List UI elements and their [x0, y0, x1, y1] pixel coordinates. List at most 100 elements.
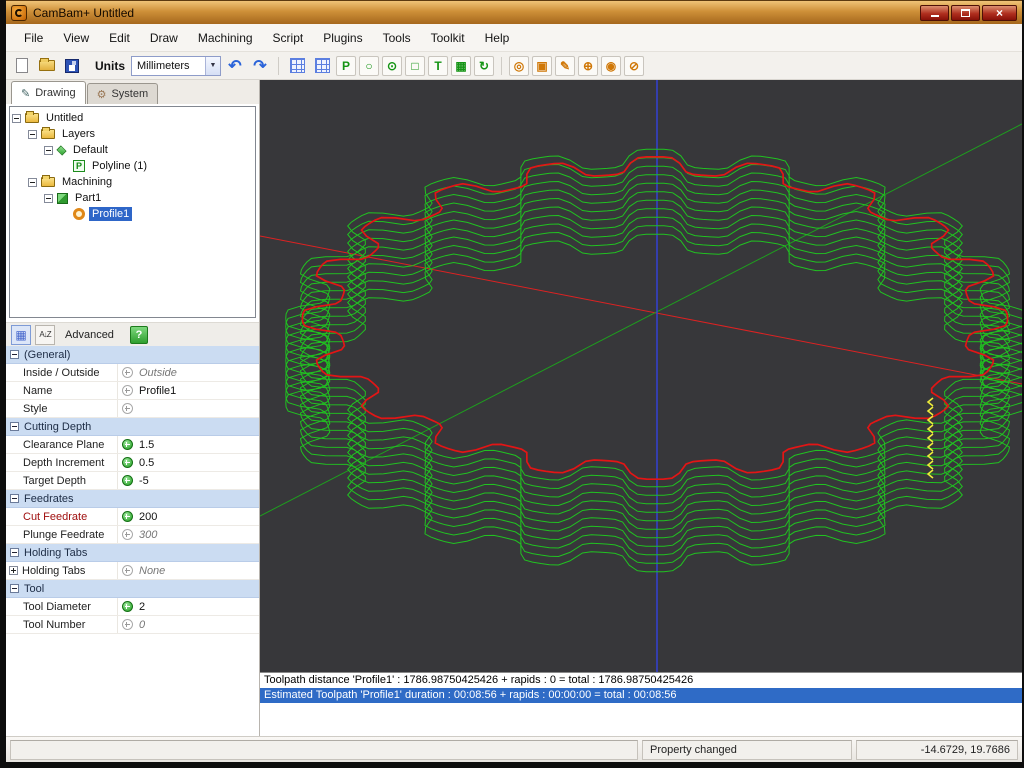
open-file-button[interactable]	[36, 55, 58, 77]
app-icon	[11, 5, 27, 21]
advanced-button[interactable]: Advanced	[59, 327, 120, 343]
menu-item-machining[interactable]: Machining	[188, 26, 263, 50]
profile-mop-icon[interactable]: ◎	[509, 56, 529, 76]
menu-item-draw[interactable]: Draw	[140, 26, 188, 50]
rectangle-icon[interactable]: □	[405, 56, 425, 76]
menu-item-file[interactable]: File	[14, 26, 53, 50]
categorized-view-button[interactable]	[11, 325, 31, 345]
property-row-cut-feedrate[interactable]: Cut Feedrate 200	[6, 508, 259, 526]
tree-item-polyline[interactable]: Polyline (1)	[60, 158, 253, 174]
property-section-feedrates[interactable]: Feedrates	[6, 490, 259, 508]
inherit-flag-icon[interactable]	[118, 367, 136, 378]
property-section-cutting-depth[interactable]: Cutting Depth	[6, 418, 259, 436]
property-row-name[interactable]: Name Profile1	[6, 382, 259, 400]
transform-icon[interactable]: ↻	[474, 56, 494, 76]
tree-item-untitled[interactable]: Untitled	[12, 110, 253, 126]
tab-drawing[interactable]: Drawing	[11, 81, 86, 104]
tree-item-machining[interactable]: Machining	[28, 174, 253, 190]
local-value-flag-icon[interactable]	[118, 511, 136, 522]
tree-item-default-layer[interactable]: Default	[44, 142, 253, 158]
snap-to-grid-button[interactable]	[286, 55, 308, 77]
tree-item-profile1[interactable]: Profile1	[60, 206, 253, 222]
toolbar-separator	[278, 57, 279, 75]
property-section-general[interactable]: (General)	[6, 346, 259, 364]
toolpath-distance-message[interactable]: Toolpath distance 'Profile1' : 1786.9875…	[260, 673, 1022, 688]
collapse-icon[interactable]	[10, 548, 19, 557]
property-row-inside-outside[interactable]: Inside / Outside Outside	[6, 364, 259, 382]
property-row-target-depth[interactable]: Target Depth -5	[6, 472, 259, 490]
collapse-icon[interactable]	[28, 130, 37, 139]
maximize-icon	[961, 9, 970, 17]
property-row-style[interactable]: Style	[6, 400, 259, 418]
local-value-flag-icon[interactable]	[118, 601, 136, 612]
inherit-flag-icon[interactable]	[118, 403, 136, 414]
lathe-mop-icon[interactable]: ⊘	[624, 56, 644, 76]
menu-item-tools[interactable]: Tools	[373, 26, 421, 50]
menu-item-edit[interactable]: Edit	[99, 26, 140, 50]
minimize-button[interactable]	[920, 5, 949, 21]
redo-button[interactable]	[249, 55, 271, 77]
menu-item-toolkit[interactable]: Toolkit	[421, 26, 475, 50]
text-icon[interactable]: T	[428, 56, 448, 76]
collapse-icon[interactable]	[10, 494, 19, 503]
property-row-tool-diameter[interactable]: Tool Diameter 2	[6, 598, 259, 616]
point-list-icon[interactable]: ⊙	[382, 56, 402, 76]
engrave-mop-icon[interactable]: ✎	[555, 56, 575, 76]
toolpath-duration-message[interactable]: Estimated Toolpath 'Profile1' duration :…	[260, 688, 1022, 703]
close-button[interactable]: ×	[982, 5, 1017, 21]
collapse-icon[interactable]	[10, 350, 19, 359]
surface-icon[interactable]: ▦	[451, 56, 471, 76]
menu-item-script[interactable]: Script	[263, 26, 314, 50]
tab-system[interactable]: System	[87, 83, 159, 104]
script-mop-icon[interactable]: ◉	[601, 56, 621, 76]
property-row-holding-tabs[interactable]: Holding Tabs None	[6, 562, 259, 580]
inherit-flag-icon[interactable]	[118, 385, 136, 396]
property-row-plunge-feedrate[interactable]: Plunge Feedrate 300	[6, 526, 259, 544]
collapse-icon[interactable]	[10, 422, 19, 431]
collapse-icon[interactable]	[10, 584, 19, 593]
inherit-flag-icon[interactable]	[118, 619, 136, 630]
alphabetical-sort-button[interactable]	[35, 325, 55, 345]
drawing-tree[interactable]: Untitled Layers Default Polyline (1)	[9, 106, 256, 318]
inherit-flag-icon[interactable]	[118, 565, 136, 576]
polyline-icon[interactable]: P	[336, 56, 356, 76]
chevron-down-icon[interactable]	[205, 57, 220, 75]
undo-button[interactable]	[224, 55, 246, 77]
inherit-flag-icon[interactable]	[118, 529, 136, 540]
help-button[interactable]: ?	[130, 326, 148, 344]
menu-item-plugins[interactable]: Plugins	[313, 26, 372, 50]
toolbar-separator	[501, 57, 502, 75]
menu-item-view[interactable]: View	[53, 26, 99, 50]
collapse-icon[interactable]	[44, 146, 53, 155]
local-value-flag-icon[interactable]	[118, 457, 136, 468]
property-section-tool[interactable]: Tool	[6, 580, 259, 598]
drill-mop-icon[interactable]: ⊕	[578, 56, 598, 76]
collapse-icon[interactable]	[28, 178, 37, 187]
show-grid-button[interactable]	[311, 55, 333, 77]
message-log[interactable]: Toolpath distance 'Profile1' : 1786.9875…	[260, 672, 1022, 736]
toolpath-canvas[interactable]	[260, 80, 1022, 672]
expand-icon[interactable]	[9, 566, 18, 575]
title-bar[interactable]: CamBam+ Untitled ×	[6, 0, 1022, 24]
menu-item-help[interactable]: Help	[475, 26, 520, 50]
save-button[interactable]	[61, 55, 83, 77]
viewport-3d[interactable]	[260, 80, 1022, 672]
collapse-icon[interactable]	[12, 114, 21, 123]
units-dropdown[interactable]: Millimeters	[131, 56, 221, 76]
circle-icon[interactable]: ○	[359, 56, 379, 76]
local-value-flag-icon[interactable]	[118, 439, 136, 450]
new-document-button[interactable]	[11, 55, 33, 77]
property-row-tool-number[interactable]: Tool Number 0	[6, 616, 259, 634]
property-row-clearance-plane[interactable]: Clearance Plane 1.5	[6, 436, 259, 454]
tree-item-layers[interactable]: Layers	[28, 126, 253, 142]
folder-icon	[25, 113, 39, 123]
property-section-holding-tabs[interactable]: Holding Tabs	[6, 544, 259, 562]
local-value-flag-icon[interactable]	[118, 475, 136, 486]
pocket-mop-icon[interactable]: ▣	[532, 56, 552, 76]
units-value: Millimeters	[137, 60, 190, 72]
tree-item-part1[interactable]: Part1	[44, 190, 253, 206]
collapse-icon[interactable]	[44, 194, 53, 203]
pencil-icon	[21, 87, 30, 100]
maximize-button[interactable]	[951, 5, 980, 21]
property-row-depth-increment[interactable]: Depth Increment 0.5	[6, 454, 259, 472]
